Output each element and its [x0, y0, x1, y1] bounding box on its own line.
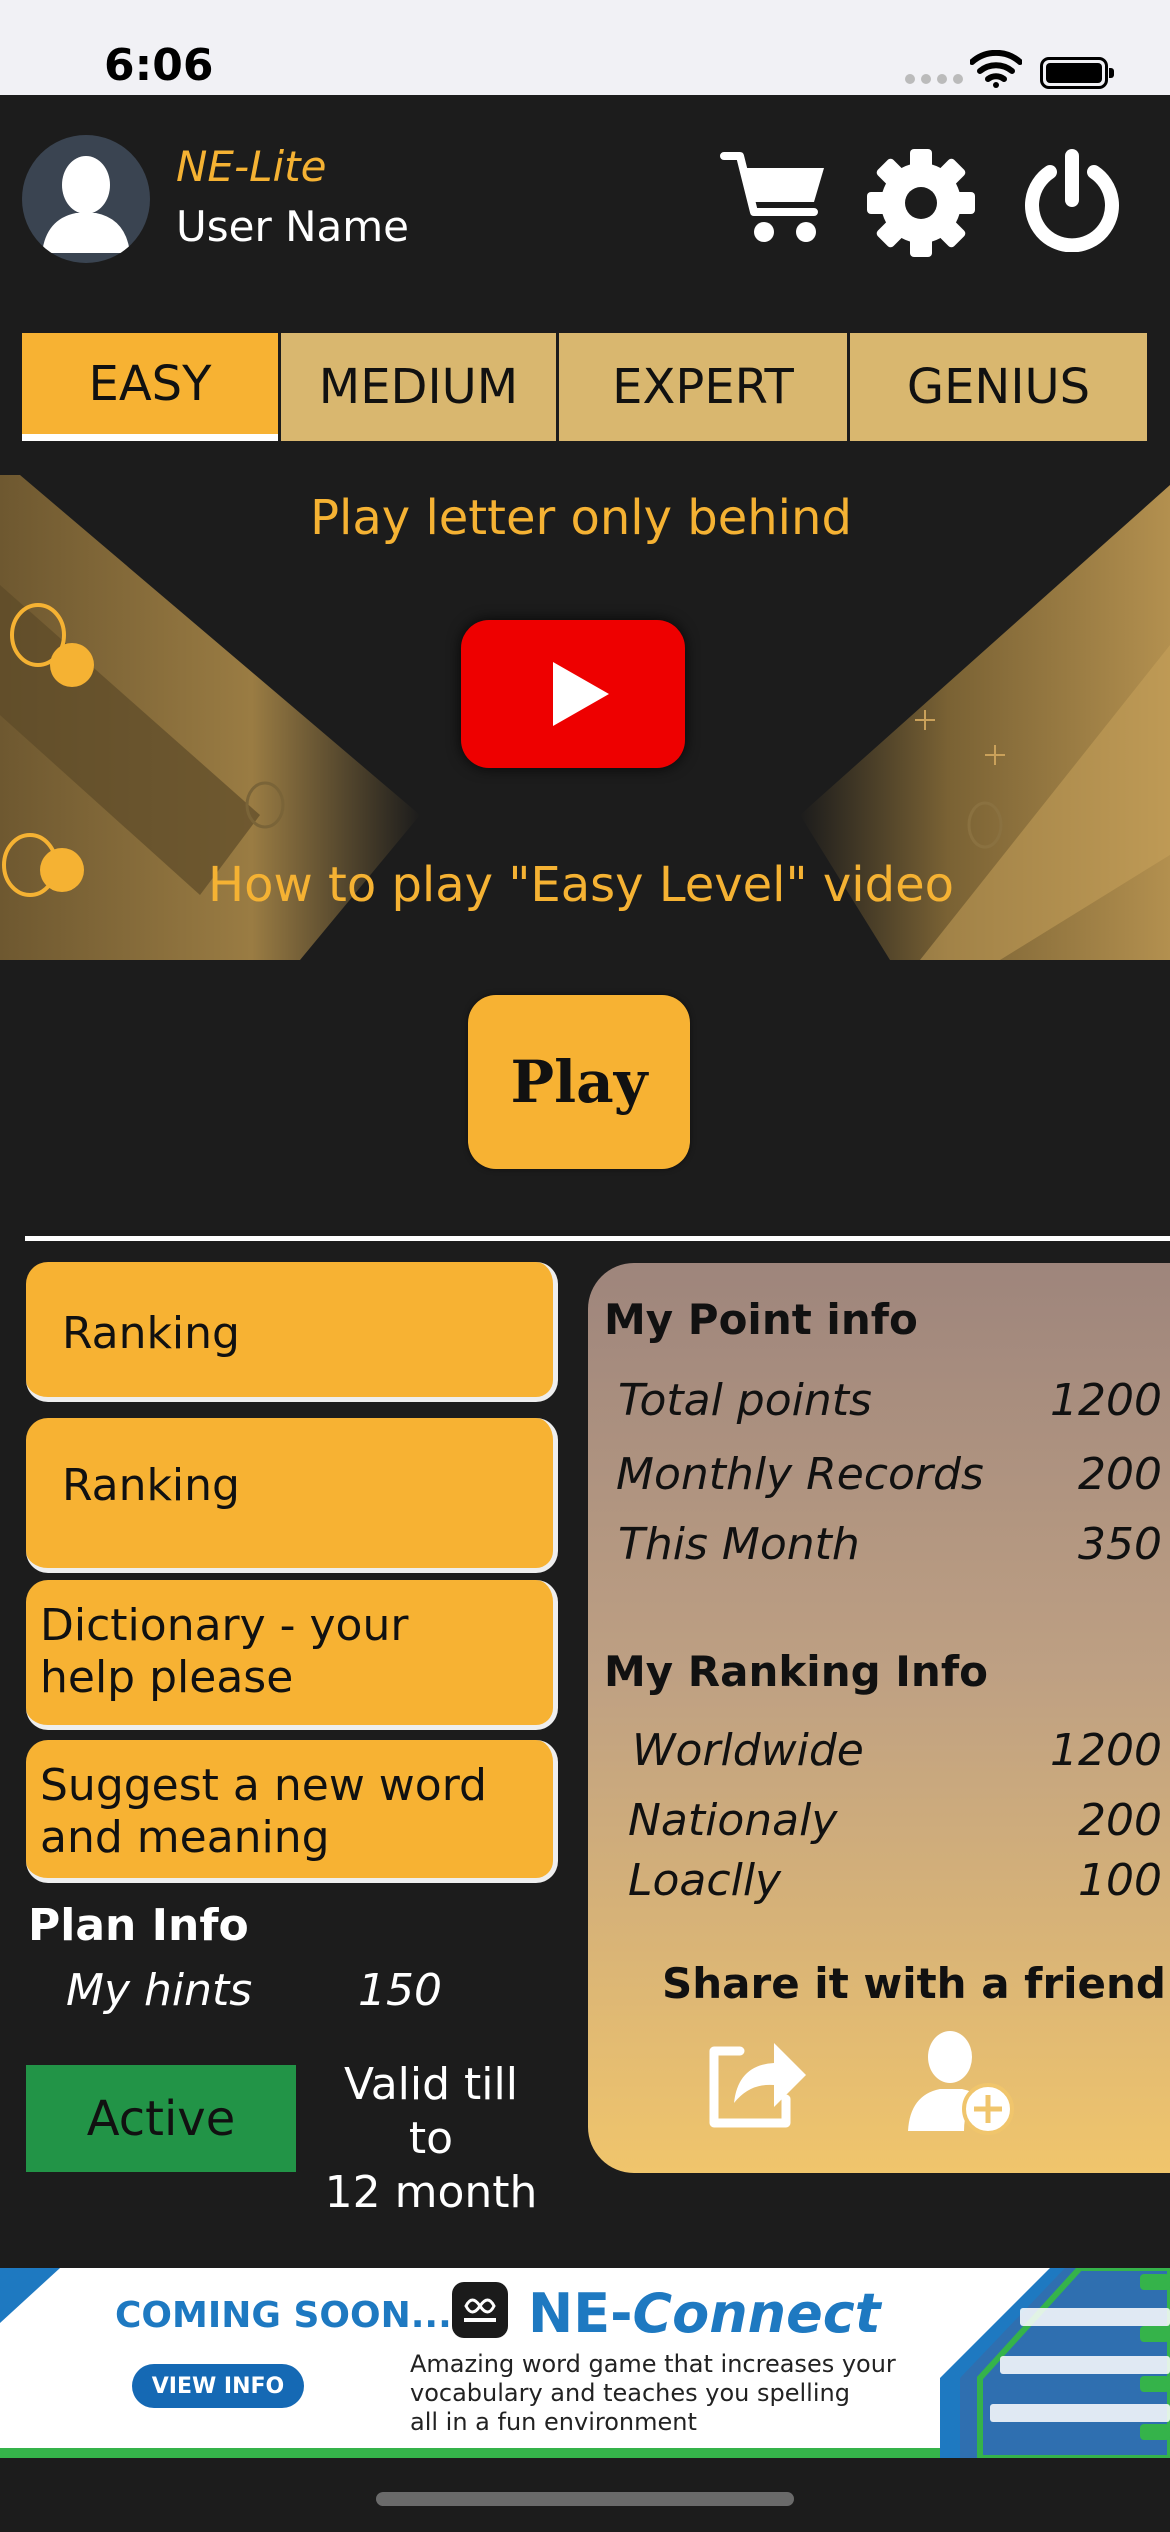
hints-value: 150	[358, 1965, 442, 2016]
worldwide-value: 1200	[1050, 1725, 1162, 1776]
ad-desc-line2: vocabulary and teaches you spelling	[410, 2379, 850, 2407]
share-title: Share it with a friend	[662, 1959, 1166, 2008]
banner-caption[interactable]: How to play "Easy Level" video	[0, 857, 1162, 913]
loaclly-label: Loaclly	[628, 1855, 782, 1906]
tab-expert[interactable]: EXPERT	[559, 333, 847, 441]
loaclly-value: 100	[1078, 1855, 1162, 1906]
status-bar: 6:06	[0, 0, 1170, 95]
add-friend-icon[interactable]	[906, 2027, 1018, 2137]
nationaly-label: Nationaly	[628, 1795, 838, 1846]
ranking-button[interactable]: Ranking	[26, 1262, 558, 1402]
plan-info-title: Plan Info	[28, 1900, 249, 1951]
ad-brand-suffix: Connect	[632, 2282, 881, 2345]
ad-brand-title: NE-Connect	[528, 2282, 881, 2345]
ranking-button-2[interactable]: Ranking	[26, 1418, 558, 1573]
plan-status-badge[interactable]: Active	[26, 2065, 296, 2172]
difficulty-tabs: EASY MEDIUM EXPERT GENIUS	[22, 333, 1147, 441]
ranking-info-title: My Ranking Info	[604, 1647, 988, 1696]
dictionary-button[interactable]: Dictionary - your help please	[26, 1580, 558, 1730]
ad-coming-soon: COMING SOON...	[115, 2295, 452, 2336]
total-points-label: Total points	[618, 1375, 872, 1426]
suggest-label-line2: and meaning	[40, 1812, 330, 1863]
worldwide-label: Worldwide	[632, 1725, 864, 1776]
this-month-value: 350	[1078, 1519, 1162, 1570]
share-icon[interactable]	[704, 2029, 810, 2133]
avatar[interactable]	[22, 135, 150, 263]
tab-genius[interactable]: GENIUS	[850, 333, 1147, 441]
total-points-value: 1200	[1050, 1375, 1162, 1426]
status-time: 6:06	[104, 40, 214, 91]
user-silhouette-icon	[42, 156, 130, 253]
dictionary-label-line1: Dictionary - your	[40, 1600, 409, 1651]
info-panel: My Point info Total points 1200 Monthly …	[588, 1263, 1170, 2173]
plan-validity: Valid till to 12 month	[316, 2058, 546, 2220]
cart-icon[interactable]	[720, 148, 830, 248]
ranking-button-label: Ranking	[62, 1308, 240, 1359]
dictionary-label-line2: help please	[40, 1652, 294, 1703]
this-month-label: This Month	[618, 1519, 860, 1570]
banner-title: Play letter only behind	[310, 490, 852, 546]
monthly-records-value: 200	[1078, 1449, 1162, 1500]
cellular-signal-icon	[905, 74, 965, 84]
nationaly-value: 200	[1078, 1795, 1162, 1846]
power-icon[interactable]	[1022, 148, 1122, 252]
suggest-label-line1: Suggest a new word	[40, 1760, 487, 1811]
valid-line1: Valid till to	[344, 2059, 518, 2164]
battery-icon	[1040, 57, 1114, 89]
wifi-icon	[970, 50, 1022, 88]
ad-desc-line3: all in a fun environment	[410, 2408, 697, 2436]
gear-icon[interactable]	[866, 148, 976, 258]
divider	[25, 1236, 1170, 1241]
home-indicator[interactable]	[376, 2492, 794, 2506]
ne-lite-logo	[452, 2282, 508, 2338]
suggest-word-button[interactable]: Suggest a new word and meaning	[26, 1740, 558, 1883]
ranking-button-2-label: Ranking	[62, 1460, 240, 1511]
tab-easy[interactable]: EASY	[22, 333, 278, 441]
user-name: User Name	[176, 202, 409, 251]
ad-brand-prefix: NE-	[528, 2282, 633, 2345]
monthly-records-label: Monthly Records	[616, 1449, 984, 1500]
youtube-play-icon[interactable]	[461, 620, 685, 768]
hints-label: My hints	[66, 1965, 253, 2016]
valid-line2: 12 month	[324, 2167, 538, 2218]
ad-view-info-button[interactable]: VIEW INFO	[132, 2364, 304, 2408]
play-button[interactable]: Play	[468, 995, 690, 1169]
point-info-title: My Point info	[604, 1295, 918, 1344]
app-name: NE-Lite	[176, 142, 327, 191]
tab-medium[interactable]: MEDIUM	[281, 333, 556, 441]
ad-description: Amazing word game that increases your vo…	[410, 2350, 930, 2437]
ad-desc-line1: Amazing word game that increases your	[410, 2350, 896, 2378]
